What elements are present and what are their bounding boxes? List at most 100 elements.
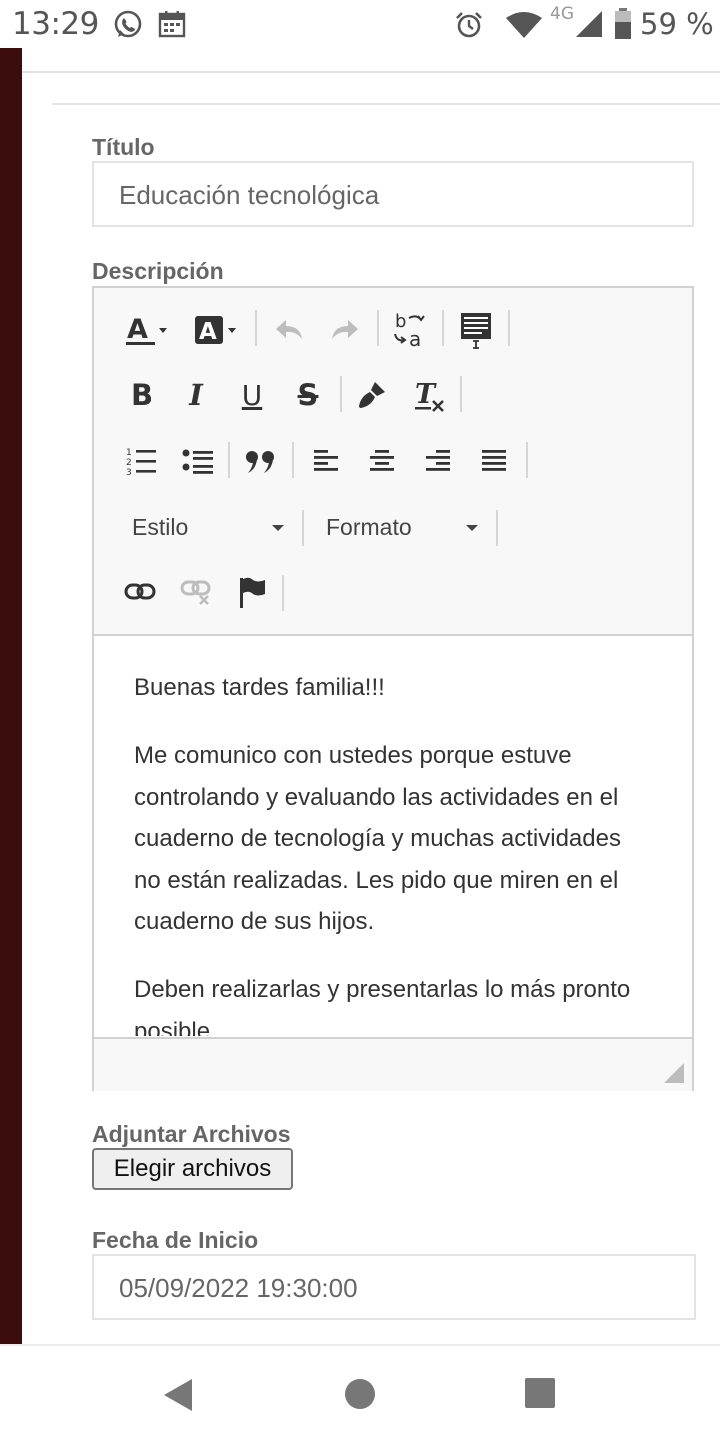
redo-icon — [332, 320, 358, 339]
status-time: 13:29 — [12, 6, 99, 42]
toolbar-separator — [282, 575, 284, 611]
toolbar-separator — [442, 310, 444, 346]
italic-button[interactable]: I — [176, 374, 216, 416]
back-icon[interactable] — [162, 1378, 194, 1412]
navigation-bar — [0, 1344, 720, 1440]
align-left-button[interactable] — [306, 440, 346, 482]
start-date-input[interactable]: 05/09/2022 19:30:00 — [92, 1254, 696, 1320]
svg-text:A: A — [127, 314, 148, 345]
editor-content[interactable]: Buenas tardes familia!!! Me comunico con… — [94, 636, 692, 1036]
editor-toolbar: A A b a B I U S T 1 2 3 Estilo Formato — [94, 288, 692, 636]
flag-icon — [240, 577, 265, 608]
numbered-list-icon: 1 2 3 — [126, 448, 156, 477]
text-color-button[interactable]: A — [122, 310, 172, 350]
attach-files-label: Adjuntar Archivos — [92, 1121, 291, 1147]
bullet-list-button[interactable] — [176, 440, 220, 482]
undo-button[interactable] — [270, 310, 308, 350]
style-dropdown-label: Estilo — [132, 514, 189, 540]
paintbrush-icon — [359, 382, 385, 408]
svg-text:3: 3 — [126, 468, 132, 477]
resize-handle[interactable] — [664, 1063, 684, 1083]
svg-text:b: b — [395, 311, 406, 332]
align-justify-button[interactable] — [474, 440, 514, 482]
toolbar-separator — [255, 310, 257, 346]
align-right-icon — [426, 450, 450, 471]
toolbar-separator — [496, 510, 498, 546]
background-color-icon: A — [195, 316, 236, 345]
content-paragraph: Me comunico con ustedes porque estuve co… — [134, 742, 621, 935]
blockquote-button[interactable] — [240, 440, 282, 482]
left-accent-strip — [0, 48, 22, 1344]
svg-text:1: 1 — [126, 448, 132, 458]
toolbar-separator — [340, 376, 342, 412]
numbered-list-button[interactable]: 1 2 3 — [122, 440, 162, 482]
chevron-down-icon — [466, 525, 478, 531]
svg-text:T: T — [415, 379, 437, 410]
bold-button[interactable]: B — [122, 374, 162, 416]
select-all-icon — [461, 313, 491, 349]
toolbar-separator — [508, 310, 510, 346]
divider — [52, 103, 720, 105]
italic-label: I — [189, 378, 203, 412]
signal-icon — [576, 11, 602, 37]
bullet-list-icon — [182, 449, 213, 474]
redo-button[interactable] — [326, 310, 364, 350]
align-center-icon — [370, 450, 394, 471]
remove-format-icon: T — [415, 379, 444, 412]
content-paragraph: Buenas tardes familia!!! — [134, 674, 385, 701]
status-bar: 13:29 4G 59 % — [0, 0, 720, 48]
unlink-icon — [180, 580, 211, 605]
align-center-button[interactable] — [362, 440, 402, 482]
chevron-down-icon — [272, 525, 284, 531]
style-dropdown[interactable]: Estilo — [132, 514, 292, 544]
whatsapp-icon — [114, 10, 142, 38]
svg-text:a: a — [409, 327, 421, 350]
battery-icon — [615, 8, 631, 39]
align-justify-icon — [482, 450, 506, 471]
toolbar-separator — [526, 442, 528, 478]
select-all-button[interactable] — [456, 308, 496, 352]
remove-format-button[interactable]: T — [408, 374, 450, 416]
title-input[interactable]: Educación tecnológica — [92, 161, 694, 227]
wifi-icon — [506, 12, 542, 38]
editor-status-bar — [94, 1037, 692, 1091]
title-label: Título — [92, 134, 155, 160]
divider — [22, 71, 720, 73]
alarm-icon — [456, 12, 482, 38]
description-label: Descripción — [92, 258, 224, 284]
content-paragraph: Deben realizarlas y presentarlas lo más … — [134, 976, 631, 1036]
bold-label: B — [130, 378, 154, 412]
link-icon — [124, 583, 156, 600]
link-button[interactable] — [120, 572, 160, 612]
toolbar-separator — [228, 442, 230, 478]
find-replace-button[interactable]: b a — [390, 308, 432, 352]
rich-text-editor: A A b a B I U S T 1 2 3 Estilo Formato B… — [92, 286, 694, 1091]
blockquote-icon — [246, 451, 274, 473]
toolbar-separator — [302, 510, 304, 546]
undo-icon — [276, 320, 302, 339]
text-color-icon: A — [126, 314, 167, 345]
battery-level: 59 % — [640, 7, 714, 41]
toolbar-separator — [292, 442, 294, 478]
unlink-button[interactable] — [176, 572, 216, 612]
svg-text:A: A — [199, 319, 217, 345]
background-color-button[interactable]: A — [192, 310, 242, 350]
choose-files-button[interactable]: Elegir archivos — [92, 1148, 293, 1190]
toolbar-separator — [460, 376, 462, 412]
network-type: 4G — [550, 4, 574, 24]
home-icon[interactable] — [344, 1378, 376, 1410]
format-dropdown[interactable]: Formato — [326, 514, 486, 544]
strikethrough-label: S — [297, 378, 319, 412]
start-date-label: Fecha de Inicio — [92, 1227, 259, 1253]
recents-icon[interactable] — [525, 1378, 555, 1408]
calendar-icon — [158, 11, 186, 38]
anchor-button[interactable] — [232, 572, 272, 612]
copy-format-button[interactable] — [352, 374, 392, 416]
toolbar-separator — [377, 310, 379, 346]
format-dropdown-label: Formato — [326, 514, 412, 540]
strikethrough-button[interactable]: S — [288, 374, 328, 416]
underline-label: U — [241, 378, 263, 412]
find-replace-icon: b a — [394, 311, 425, 350]
underline-button[interactable]: U — [232, 374, 272, 416]
align-right-button[interactable] — [418, 440, 458, 482]
